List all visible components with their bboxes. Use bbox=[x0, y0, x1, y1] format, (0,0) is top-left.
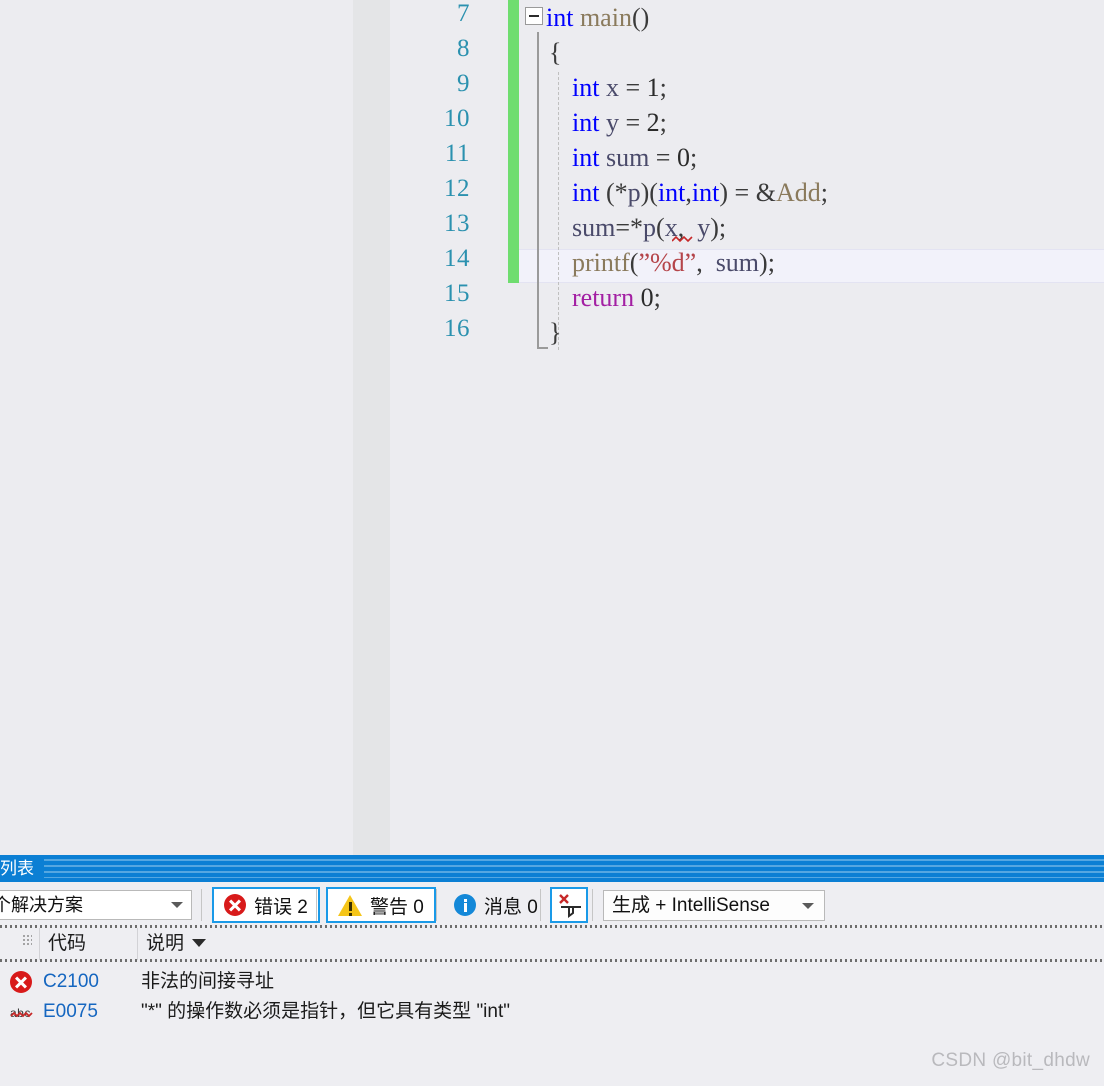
visual-studio-window: 7 8 9 10 11 12 13 14 15 16 int main() { … bbox=[0, 0, 1104, 1086]
chevron-down-icon bbox=[171, 902, 183, 908]
error-squiggle bbox=[672, 236, 694, 243]
toolbar-separator bbox=[316, 889, 317, 921]
error-code[interactable]: E0075 bbox=[43, 997, 98, 1027]
title-bar-grip bbox=[44, 859, 1104, 878]
error-list-title: 列表 bbox=[0, 859, 34, 878]
line-number: 11 bbox=[444, 140, 470, 167]
code-line-16[interactable]: } bbox=[549, 315, 561, 350]
error-list-rows[interactable]: C2100 非法的间接寻址 abc E0075 "*" 的操作数必须是指针，但它… bbox=[0, 967, 1104, 1027]
code-editor[interactable]: 7 8 9 10 11 12 13 14 15 16 int main() { … bbox=[0, 0, 1104, 855]
warnings-filter-label: 警告 0 bbox=[370, 896, 424, 918]
line-number: 10 bbox=[444, 105, 470, 132]
error-code[interactable]: C2100 bbox=[43, 967, 99, 997]
line-number: 14 bbox=[444, 245, 470, 272]
code-line-13[interactable]: sum=*p(x, y); bbox=[546, 210, 726, 245]
code-line-15[interactable]: return 0; bbox=[546, 280, 661, 315]
errors-filter-label: 错误 2 bbox=[254, 896, 308, 918]
clear-filter-icon[interactable] bbox=[550, 887, 588, 923]
block-structure-hook bbox=[537, 347, 548, 349]
block-structure-line bbox=[537, 32, 539, 349]
chevron-down-icon bbox=[802, 903, 814, 909]
csdn-watermark: CSDN @bit_dhdw bbox=[931, 1050, 1090, 1071]
column-header-description[interactable]: 说明 bbox=[138, 928, 1104, 960]
info-icon bbox=[454, 894, 476, 916]
error-description: "*" 的操作数必须是指针，但它具有类型 "int" bbox=[141, 1001, 510, 1022]
scope-dropdown[interactable]: 个解决方案 bbox=[0, 890, 192, 920]
sort-descending-icon bbox=[192, 939, 207, 947]
error-description: 非法的间接寻址 bbox=[141, 971, 275, 992]
line-number: 15 bbox=[444, 280, 470, 307]
table-row[interactable]: abc E0075 "*" 的操作数必须是指针，但它具有类型 "int" bbox=[0, 997, 1104, 1027]
line-number: 7 bbox=[457, 0, 470, 27]
code-line-10[interactable]: int y = 2; bbox=[546, 105, 667, 140]
error-icon bbox=[224, 894, 246, 916]
toolbar-separator bbox=[436, 889, 437, 921]
error-list-toolbar[interactable]: 个解决方案 错误 2 警告 0 消息 0 生成 + IntelliSense bbox=[0, 882, 1104, 928]
scope-dropdown-value: 个解决方案 bbox=[0, 895, 83, 915]
code-line-14[interactable]: printf(”%d”, sum); bbox=[546, 245, 775, 280]
toolbar-separator bbox=[540, 889, 541, 921]
code-line-11[interactable]: int sum = 0; bbox=[546, 140, 697, 175]
line-number: 12 bbox=[444, 175, 470, 202]
line-number: 13 bbox=[444, 210, 470, 237]
column-header-icon bbox=[0, 928, 40, 960]
messages-filter-button[interactable]: 消息 0 bbox=[444, 887, 548, 923]
warning-icon bbox=[338, 894, 362, 916]
code-line-9[interactable]: int x = 1; bbox=[546, 70, 667, 105]
error-icon bbox=[10, 971, 32, 993]
messages-filter-label: 消息 0 bbox=[484, 896, 538, 918]
collapse-minus-icon[interactable] bbox=[525, 7, 543, 25]
column-header-code[interactable]: 代码 bbox=[40, 928, 138, 960]
warnings-filter-button[interactable]: 警告 0 bbox=[326, 887, 436, 923]
change-tracking-bar bbox=[508, 0, 519, 283]
build-filter-value: 生成 + IntelliSense bbox=[612, 895, 770, 916]
toolbar-separator bbox=[592, 889, 593, 921]
column-header-divider bbox=[0, 959, 1104, 962]
code-line-7[interactable]: int main() bbox=[546, 0, 649, 35]
table-row[interactable]: C2100 非法的间接寻址 bbox=[0, 967, 1104, 997]
line-number: 16 bbox=[444, 315, 470, 342]
error-list-title-bar: 列表 bbox=[0, 855, 1104, 882]
toolbar-separator bbox=[201, 889, 202, 921]
build-filter-dropdown[interactable]: 生成 + IntelliSense bbox=[603, 890, 825, 921]
line-number: 9 bbox=[457, 70, 470, 97]
code-line-12[interactable]: int (*p)(int,int) = &Add; bbox=[546, 175, 828, 210]
errors-filter-button[interactable]: 错误 2 bbox=[212, 887, 320, 923]
intellisense-icon: abc bbox=[10, 1006, 33, 1020]
code-pane[interactable]: 7 8 9 10 11 12 13 14 15 16 int main() { … bbox=[0, 0, 1104, 855]
line-number: 8 bbox=[457, 35, 470, 62]
error-list-column-headers[interactable]: 代码 说明 bbox=[0, 928, 1104, 962]
code-line-8[interactable]: { bbox=[549, 35, 561, 70]
